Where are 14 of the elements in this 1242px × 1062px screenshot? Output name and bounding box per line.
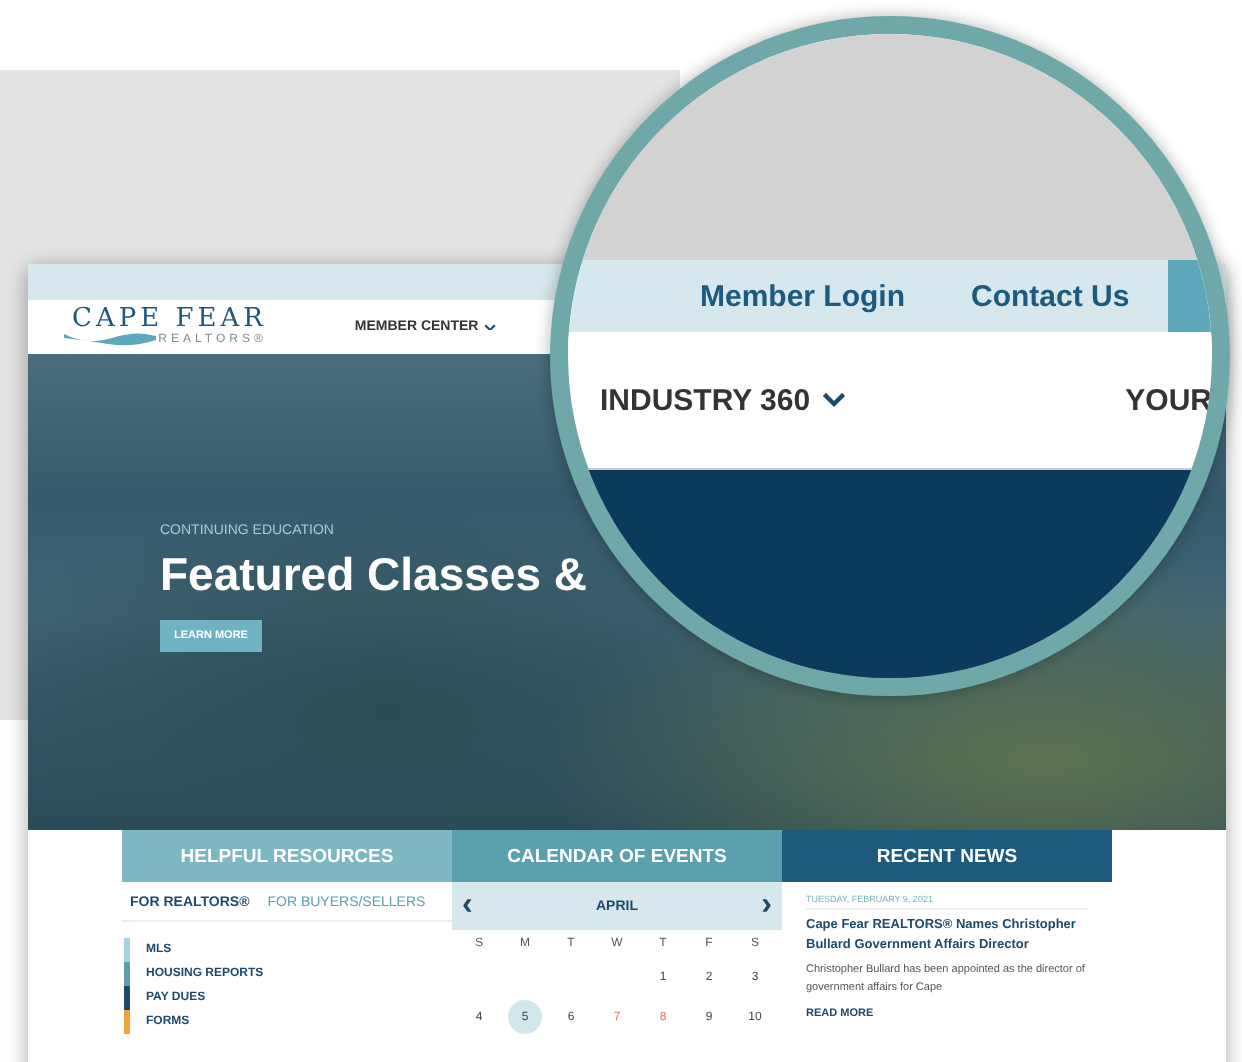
- logo-title: CAPE FEAR: [72, 306, 267, 332]
- top-link[interactable]: Contact Us: [971, 279, 1130, 313]
- panel-header: CALENDAR OF EVENTS: [452, 830, 782, 882]
- nav-link[interactable]: INDUSTRY 360: [600, 383, 847, 417]
- hero-title: Featured Classes &: [160, 548, 587, 602]
- chevron-down-icon: [484, 323, 497, 331]
- chevron-down-icon: [822, 392, 847, 408]
- nav-link[interactable]: YOUR: [1125, 383, 1212, 417]
- top-link[interactable]: Member Login: [700, 279, 906, 313]
- panel-header: RECENT NEWS: [782, 830, 1112, 882]
- next-month-button[interactable]: ›: [761, 890, 772, 922]
- previous-month-button[interactable]: ‹: [462, 890, 473, 922]
- panel-header: HELPFUL RESOURCES: [122, 830, 452, 882]
- wave-logo-icon: [64, 328, 156, 348]
